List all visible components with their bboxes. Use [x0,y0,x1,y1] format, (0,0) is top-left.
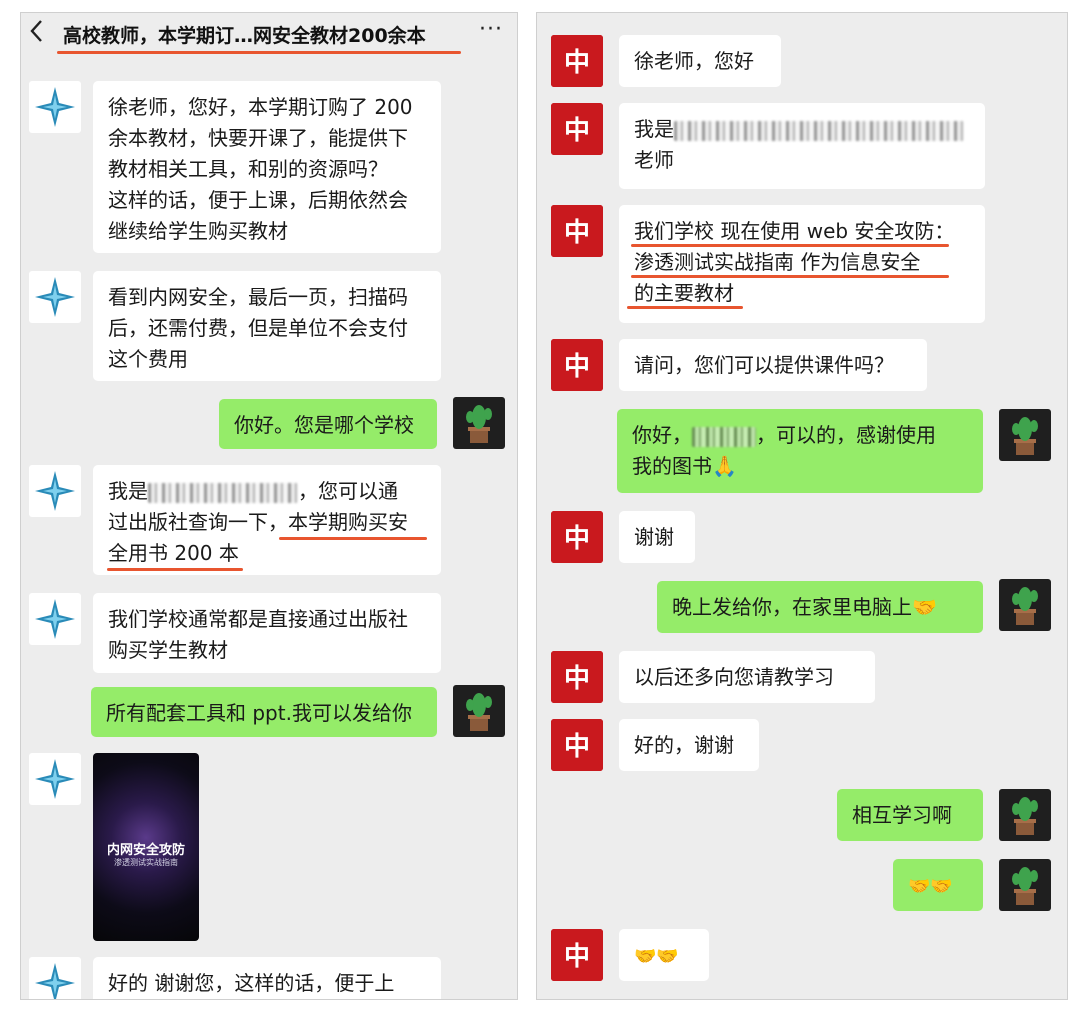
svg-text:中: 中 [564,116,590,146]
message-text: 🤝🤝 [634,946,679,967]
highlight-underline [631,244,949,247]
cactus-icon[interactable] [453,685,505,737]
china-logo-icon[interactable]: 中 [551,511,603,563]
china-logo-icon[interactable]: 中 [551,719,603,771]
compass-star-icon[interactable] [29,271,81,323]
compass-star-icon[interactable] [29,957,81,999]
message-text-prefix: 我是 [108,479,148,503]
svg-text:中: 中 [564,352,590,382]
message-bubble: 谢谢 [619,511,695,563]
cactus-icon[interactable] [999,789,1051,841]
message-text: 看到内网安全，最后一页，扫描码 后，还需付费，但是单位不会支付 这个费用 [108,285,408,371]
svg-text:中: 中 [564,218,590,248]
redacted-text [692,426,756,447]
message-text: 徐老师，您好 [634,49,754,73]
message-bubble-self: 晚上发给你，在家里电脑上🤝 [657,581,983,633]
book-cover-image[interactable]: 内网安全攻防 渗透测试实战指南 [93,753,199,941]
message-bubble-self: 所有配套工具和 ppt.我可以发给你 [91,687,437,737]
compass-star-icon[interactable] [29,593,81,645]
message-text: 🤝🤝 [908,876,953,897]
message-text-prefix: 我是 [634,117,674,141]
china-logo-icon[interactable]: 中 [551,103,603,155]
message-text: 晚上发给你，在家里电脑上🤝 [672,595,937,619]
message-text: 谢谢 [634,525,674,549]
cactus-icon[interactable] [999,579,1051,631]
message-bubble: 以后还多向您请教学习 [619,651,875,703]
china-logo-icon[interactable]: 中 [551,35,603,87]
message-bubble: 我们学校通常都是直接通过出版社 购买学生教材 [93,593,441,673]
china-logo-icon[interactable]: 中 [551,651,603,703]
chevron-left-icon[interactable] [29,19,43,49]
china-logo-icon[interactable]: 中 [551,339,603,391]
redacted-text [148,482,298,503]
svg-text:中: 中 [564,48,590,78]
compass-star-icon[interactable] [29,81,81,133]
compass-star-icon[interactable] [29,753,81,805]
message-bubble: 好的，谢谢 [619,719,759,771]
svg-text:中: 中 [564,524,590,554]
message-text: 以后还多向您请教学习 [634,665,834,689]
message-text: 请问，您们可以提供课件吗？ [634,353,894,377]
message-bubble: 🤝🤝 [619,929,709,981]
message-bubble: 好的 谢谢您，这样的话，便于上课， [93,957,441,999]
message-text: 我们学校 现在使用 web 安全攻防： 渗透测试实战指南 作为信息安全 的主要教… [634,219,955,305]
message-bubble-self: 相互学习啊 [837,789,983,841]
highlight-underline [279,537,427,540]
message-text: 老师 [634,148,674,172]
message-bubble: 看到内网安全，最后一页，扫描码 后，还需付费，但是单位不会支付 这个费用 [93,271,441,381]
message-text: 徐老师，您好，本学期订购了 200 余本教材，快要开课了，能提供下 教材相关工具… [108,95,413,243]
right-chat-screenshot: 中 徐老师，您好 中 我是 老师 中 我们学校 现在使用 web 安全攻防： 渗… [536,12,1068,1000]
message-bubble: 徐老师，您好，本学期订购了 200 余本教材，快要开课了，能提供下 教材相关工具… [93,81,441,253]
highlight-underline [627,306,743,309]
title-underline [57,51,461,54]
more-options-icon[interactable]: ··· [479,17,503,42]
message-bubble: 徐老师，您好 [619,35,781,87]
svg-text:中: 中 [564,664,590,694]
message-text-prefix: 你好， [632,423,692,447]
redacted-text [674,120,964,141]
message-bubble-self: 你好。您是哪个学校 [219,399,437,449]
highlight-underline [631,275,949,278]
cactus-icon[interactable] [453,397,505,449]
china-logo-icon[interactable]: 中 [551,205,603,257]
message-bubble-self: 你好， ，可以的，感谢使用 我的图书🙏 [617,409,983,493]
svg-text:中: 中 [564,942,590,972]
message-text: 相互学习啊 [852,803,952,827]
message-bubble: 我是 老师 [619,103,985,189]
message-text: 好的，谢谢 [634,733,734,757]
message-bubble: 我是 ，您可以通 过出版社查询一下，本学期购买安 全用书 200 本 [93,465,441,575]
cactus-icon[interactable] [999,409,1051,461]
chat-title: 高校教师，本学期订…网安全教材200余本 [63,25,426,47]
message-bubble: 请问，您们可以提供课件吗？ [619,339,927,391]
compass-star-icon[interactable] [29,465,81,517]
message-bubble: 我们学校 现在使用 web 安全攻防： 渗透测试实战指南 作为信息安全 的主要教… [619,205,985,323]
message-bubble-self: 🤝🤝 [893,859,983,911]
chat-header: 高校教师，本学期订…网安全教材200余本 ··· [21,13,517,54]
highlight-underline [107,568,243,571]
message-text: 好的 谢谢您，这样的话，便于上课， [108,971,395,995]
svg-text:中: 中 [564,732,590,762]
message-text: 所有配套工具和 ppt.我可以发给你 [106,701,412,725]
left-chat-screenshot: 高校教师，本学期订…网安全教材200余本 ··· 徐老师，您好，本学期订购了 2… [20,12,518,1000]
book-subtitle: 渗透测试实战指南 [114,858,178,867]
china-logo-icon[interactable]: 中 [551,929,603,981]
book-title: 内网安全攻防 [106,843,185,858]
cactus-icon[interactable] [999,859,1051,911]
message-text: 我们学校通常都是直接通过出版社 购买学生教材 [108,607,408,662]
message-text: 你好。您是哪个学校 [234,413,414,437]
